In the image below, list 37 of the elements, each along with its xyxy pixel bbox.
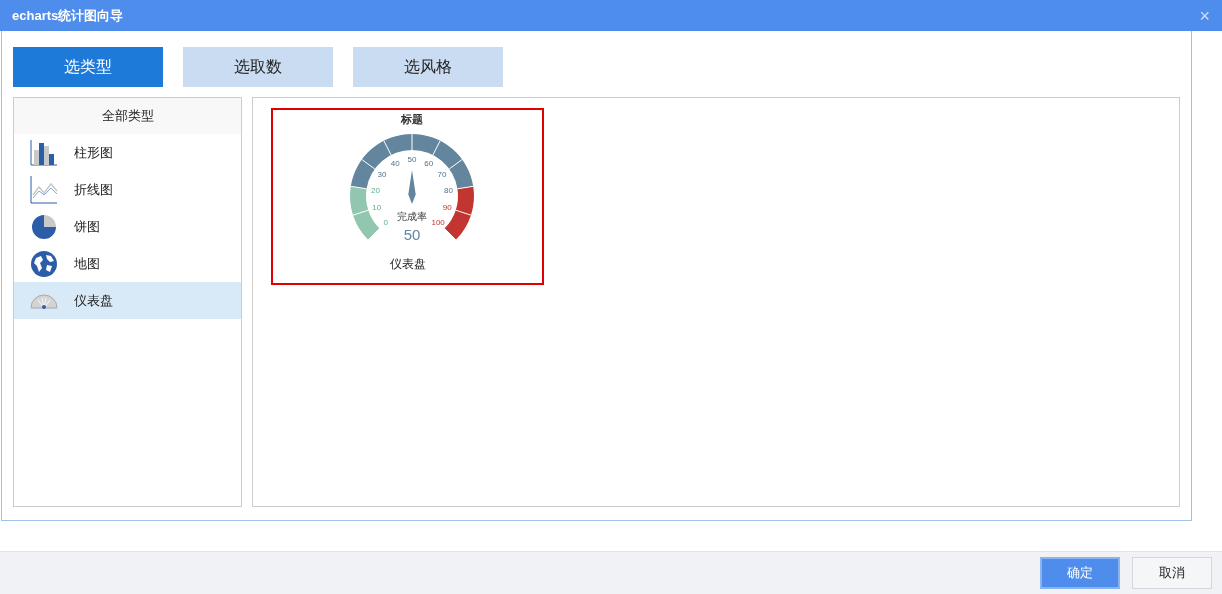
gauge-tick-label: 40 bbox=[390, 159, 400, 169]
gauge-icon bbox=[30, 291, 58, 310]
type-label: 折线图 bbox=[74, 180, 113, 199]
gauge-tick-label: 50 bbox=[407, 155, 417, 164]
type-label: 饼图 bbox=[74, 217, 100, 236]
cancel-button[interactable]: 取消 bbox=[1132, 557, 1212, 589]
step-tab[interactable]: 选类型 bbox=[13, 47, 163, 87]
gauge-tick-label: 60 bbox=[424, 159, 434, 169]
window-title: echarts统计图向导 bbox=[12, 6, 124, 25]
bar-chart-icon bbox=[30, 139, 58, 166]
gauge-tick-label: 20 bbox=[370, 186, 380, 196]
gauge-tick-label: 30 bbox=[377, 170, 387, 180]
type-list-item[interactable]: 仪表盘 bbox=[14, 282, 242, 319]
type-list-item[interactable]: 折线图 bbox=[14, 171, 242, 208]
type-list-header: 全部类型 bbox=[14, 98, 242, 134]
gauge-tick-label: 100 bbox=[431, 218, 445, 228]
gauge-tick-label: 80 bbox=[444, 186, 453, 196]
gauge-tick-label: 70 bbox=[437, 170, 447, 180]
gauge-value: 50 bbox=[403, 226, 421, 243]
line-chart-icon bbox=[30, 175, 58, 204]
type-list-item[interactable]: 饼图 bbox=[14, 208, 242, 245]
pie-chart-icon bbox=[31, 213, 57, 240]
preview-caption: 仪表盘 bbox=[389, 256, 426, 273]
gauge-tick-label: 0 bbox=[383, 218, 388, 228]
step-tab[interactable]: 选风格 bbox=[353, 47, 503, 87]
type-list-item[interactable]: 柱形图 bbox=[14, 134, 242, 171]
gauge-tick-label: 10 bbox=[372, 203, 382, 213]
type-label: 地图 bbox=[74, 254, 100, 273]
type-label: 仪表盘 bbox=[74, 291, 113, 310]
type-label: 柱形图 bbox=[74, 143, 113, 162]
globe-icon bbox=[30, 249, 58, 278]
type-list-item[interactable]: 地图 bbox=[14, 245, 242, 282]
gauge-tick-label: 90 bbox=[442, 203, 452, 213]
chart-preview-card[interactable]: 标题 0 10 20 30 40 50 60 70 80 90 100 完成率 50 仪表盘 bbox=[271, 108, 545, 285]
chart-title: 标题 bbox=[400, 113, 423, 125]
step-tab[interactable]: 选取数 bbox=[183, 47, 333, 87]
gauge-name: 完成率 bbox=[396, 211, 427, 222]
